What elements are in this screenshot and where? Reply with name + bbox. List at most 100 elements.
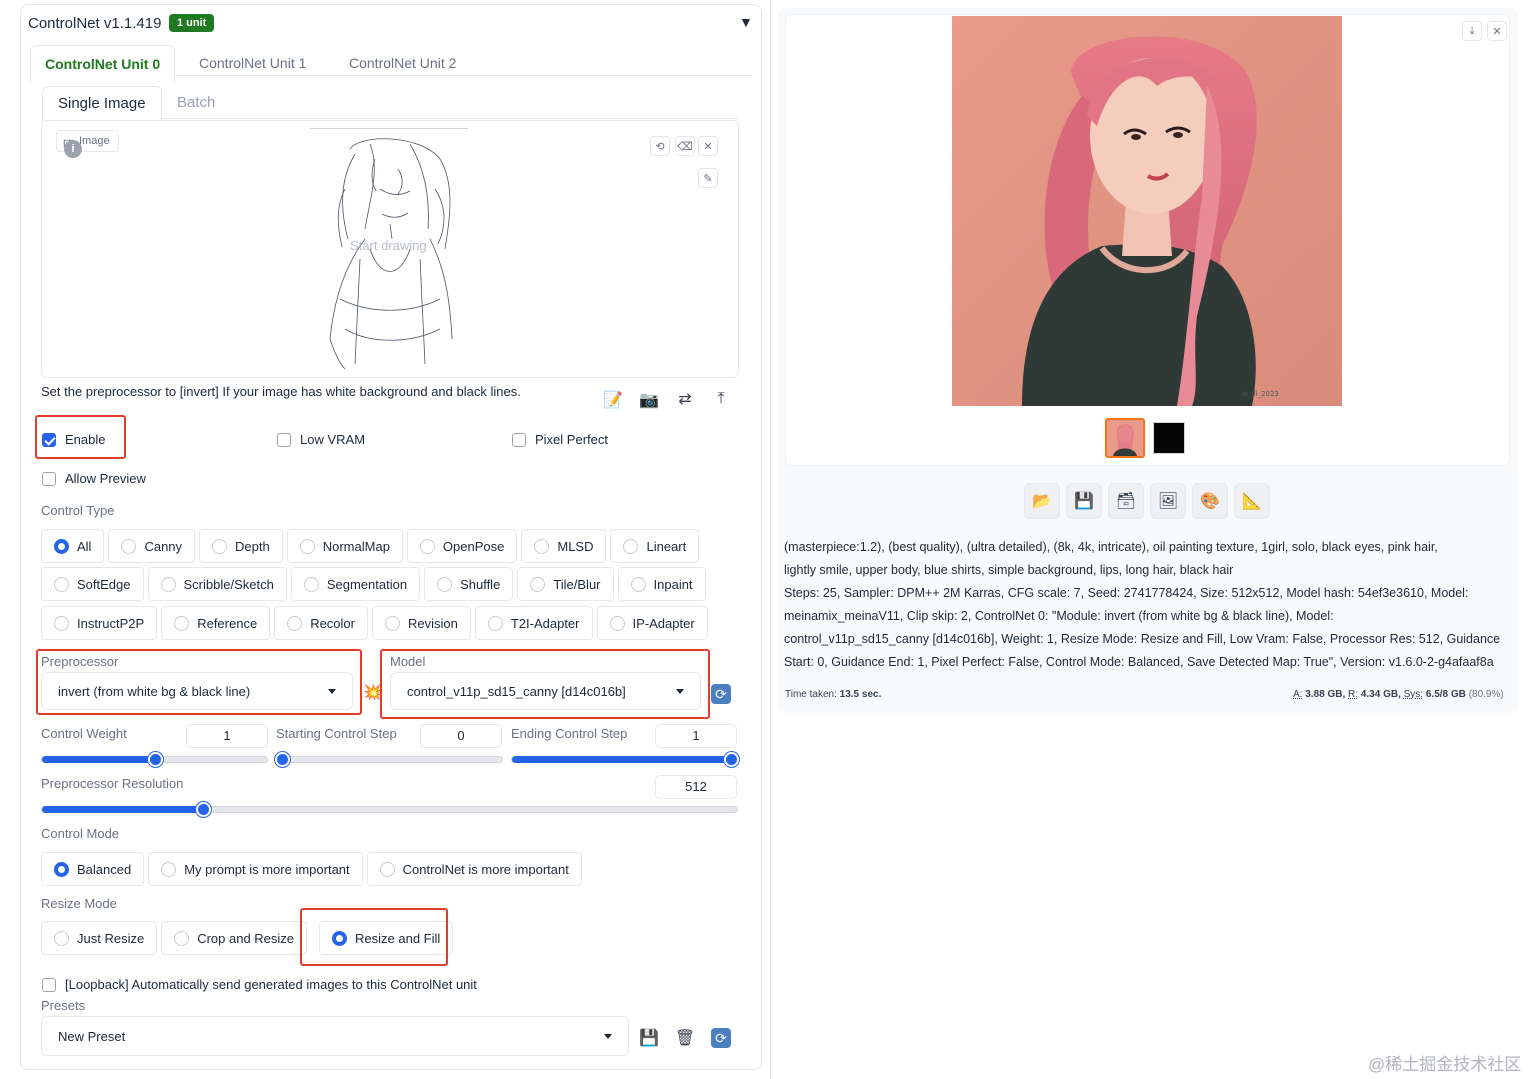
thumbnail-result[interactable] (1105, 418, 1145, 458)
enable-check-box[interactable] (42, 432, 56, 447)
close-gallery-icon[interactable]: ✕ (1487, 21, 1507, 41)
tab-unit-0[interactable]: ControlNet Unit 0 (30, 45, 176, 83)
control-mode-prompt[interactable]: My prompt is more important (148, 852, 363, 886)
generated-image[interactable]: ai_lll_2023 (952, 16, 1342, 406)
control-type-ip-adapter[interactable]: IP-Adapter (596, 606, 708, 640)
camera-icon[interactable]: 📷 (638, 389, 660, 411)
slider-thumb[interactable] (724, 752, 739, 767)
radio-dot[interactable] (379, 861, 395, 877)
control-type-normalmap[interactable]: NormalMap (286, 529, 403, 563)
radio-dot[interactable] (54, 576, 69, 592)
loopback-checkbox[interactable]: [Loopback] Automatically send generated … (42, 977, 477, 992)
resize-mode-crop-resize[interactable]: Crop and Resize (161, 921, 308, 955)
radio-dot[interactable] (530, 576, 546, 592)
radio-dot[interactable] (212, 538, 228, 554)
radio-dot[interactable] (54, 861, 69, 877)
radio-dot[interactable] (487, 615, 503, 631)
preprocessor-select[interactable]: invert (from white bg & black line) (41, 672, 353, 710)
control-type-segmentation[interactable]: Segmentation (290, 567, 421, 601)
close-icon[interactable]: ✕ (698, 136, 718, 156)
ending-step-slider[interactable] (511, 752, 739, 767)
model-select[interactable]: control_v11p_sd15_canny [d14c016b] (390, 672, 701, 710)
starting-step-slider[interactable] (275, 752, 503, 767)
trash-icon[interactable]: 🗑 (674, 1027, 696, 1049)
thumbnail-detected-map[interactable] (1153, 422, 1185, 454)
preset-select[interactable]: New Preset (41, 1016, 629, 1056)
undo-icon[interactable]: ⟲ (650, 136, 670, 156)
control-type-tile-blur[interactable]: Tile/Blur (517, 567, 614, 601)
eraser-icon[interactable]: ⌫ (675, 136, 695, 156)
radio-dot[interactable] (54, 538, 69, 554)
save-icon[interactable]: 💾 (1066, 483, 1102, 519)
radio-dot[interactable] (174, 930, 190, 946)
swap-icon[interactable]: ⇄ (674, 388, 696, 410)
explosion-icon[interactable]: 💥 (363, 683, 382, 701)
send-to-inpaint-icon[interactable]: 🎨 (1192, 483, 1228, 519)
control-mode-controlnet[interactable]: ControlNet is more important (366, 852, 582, 886)
enable-checkbox[interactable]: Enable (42, 432, 105, 447)
radio-dot[interactable] (630, 576, 646, 592)
low-vram-check-box[interactable] (277, 432, 291, 447)
control-type-softedge[interactable]: SoftEdge (41, 567, 144, 601)
ending-step-input[interactable]: 1 (655, 724, 737, 748)
slider-thumb[interactable] (196, 802, 211, 817)
radio-dot[interactable] (161, 861, 177, 877)
pixel-perfect-check-box[interactable] (512, 432, 526, 447)
radio-dot[interactable] (121, 538, 137, 554)
tab-batch[interactable]: Batch (164, 86, 228, 119)
low-vram-checkbox[interactable]: Low VRAM (277, 432, 365, 447)
info-icon[interactable]: i (64, 140, 82, 158)
radio-dot[interactable] (534, 538, 550, 554)
tab-single-image[interactable]: Single Image (42, 86, 162, 121)
preprocessor-resolution-input[interactable]: 512 (655, 775, 737, 799)
control-type-all[interactable]: All (41, 529, 105, 563)
control-type-mlsd[interactable]: MLSD (521, 529, 607, 563)
control-type-instructp2p[interactable]: InstructP2P (41, 606, 158, 640)
pixel-perfect-checkbox[interactable]: Pixel Perfect (512, 432, 608, 447)
save-icon[interactable]: 💾 (638, 1027, 660, 1049)
radio-dot[interactable] (623, 538, 639, 554)
refresh-presets-icon[interactable]: ⟳ (711, 1028, 731, 1048)
zip-icon[interactable]: 🗃 (1108, 483, 1144, 519)
tab-unit-2[interactable]: ControlNet Unit 2 (335, 45, 470, 81)
edit-icon[interactable]: 📝 (602, 389, 624, 411)
control-type-openpose[interactable]: OpenPose (406, 529, 518, 563)
send-to-extras-icon[interactable]: 📐 (1234, 483, 1270, 519)
control-type-shuffle[interactable]: Shuffle (424, 567, 514, 601)
radio-dot[interactable] (609, 615, 625, 631)
folder-icon[interactable]: 📂 (1024, 483, 1060, 519)
radio-dot[interactable] (384, 615, 400, 631)
control-type-lineart[interactable]: Lineart (610, 529, 700, 563)
control-type-reference[interactable]: Reference (161, 606, 271, 640)
control-type-revision[interactable]: Revision (371, 606, 471, 640)
radio-dot[interactable] (160, 576, 176, 592)
control-type-recolor[interactable]: Recolor (274, 606, 368, 640)
control-type-depth[interactable]: Depth (199, 529, 283, 563)
preprocessor-resolution-slider[interactable] (41, 802, 738, 817)
resize-mode-just-resize[interactable]: Just Resize (41, 921, 158, 955)
control-mode-balanced[interactable]: Balanced (41, 852, 145, 886)
send-to-img2img-icon[interactable]: 🖼 (1150, 483, 1186, 519)
control-weight-slider[interactable] (41, 752, 268, 767)
tab-unit-1[interactable]: ControlNet Unit 1 (185, 45, 320, 81)
control-weight-input[interactable]: 1 (186, 724, 268, 748)
radio-dot[interactable] (299, 538, 315, 554)
control-type-scribble[interactable]: Scribble/Sketch (147, 567, 287, 601)
radio-dot[interactable] (287, 615, 303, 631)
brush-icon[interactable]: ✎ (698, 168, 718, 188)
slider-thumb[interactable] (275, 752, 290, 767)
control-type-inpaint[interactable]: Inpaint (617, 567, 706, 601)
radio-dot[interactable] (303, 576, 319, 592)
allow-preview-checkbox[interactable]: Allow Preview (42, 471, 146, 486)
radio-dot[interactable] (54, 930, 69, 946)
control-type-t2i-adapter[interactable]: T2I-Adapter (474, 606, 593, 640)
radio-dot[interactable] (174, 615, 190, 631)
radio-dot[interactable] (437, 576, 453, 592)
loopback-check-box[interactable] (42, 977, 56, 992)
starting-step-input[interactable]: 0 (420, 724, 502, 748)
radio-dot[interactable] (419, 538, 435, 554)
controlnet-title[interactable]: ControlNet v1.1.419 (28, 15, 161, 32)
generation-info[interactable]: (masterpiece:1.2), (best quality), (ultr… (784, 536, 1514, 674)
refresh-models-icon[interactable]: ⟳ (711, 684, 731, 704)
control-type-canny[interactable]: Canny (108, 529, 196, 563)
